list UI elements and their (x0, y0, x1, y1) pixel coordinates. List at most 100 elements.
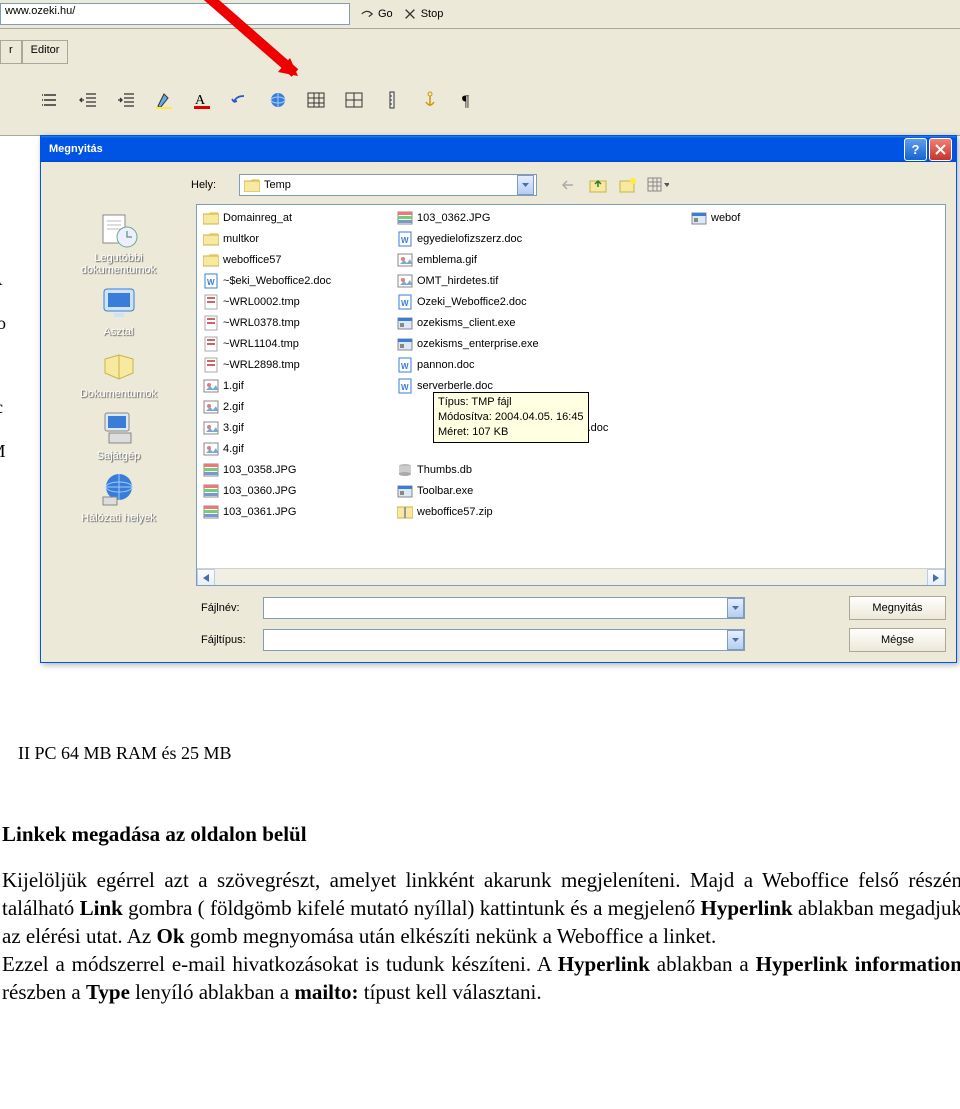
close-button[interactable] (929, 138, 952, 161)
view-menu-button[interactable] (647, 175, 669, 195)
url-input[interactable]: www.ozeki.hu/ (0, 3, 350, 25)
file-listing[interactable]: Domainreg_atmultkor weboffice57 W~$eki_Web… (196, 204, 946, 586)
file-item[interactable]: Wpannon.doc (397, 356, 677, 374)
filename-combo-arrow[interactable] (727, 598, 744, 618)
file-name: OMT_hirdetes.tif (417, 275, 498, 287)
up-folder-icon (589, 177, 607, 193)
location-combo[interactable]: Temp (239, 174, 537, 196)
file-item[interactable]: 103_0361.JPG (203, 503, 383, 521)
article-heading: Linkek megadása az oldalon belül (2, 820, 960, 848)
place-documents[interactable]: Dokumentumok (59, 344, 179, 400)
article-p1: Kijelöljük egérrel azt a szövegrészt, am… (2, 866, 960, 950)
hyperlink-icon[interactable] (268, 90, 288, 110)
file-item[interactable]: 103_0362.JPG (397, 209, 677, 227)
file-name: ~WRL0002.tmp (223, 296, 300, 308)
file-item[interactable]: WOzeki_Weboffice2.doc (397, 293, 677, 311)
help-button[interactable]: ? (904, 138, 927, 161)
jpg-file-icon (203, 483, 219, 499)
file-name: 103_0360.JPG (223, 485, 296, 497)
file-item[interactable]: 3.gif (203, 419, 383, 437)
ruler-icon[interactable] (382, 90, 402, 110)
filename-row: Fájlnév: Megnyitás (51, 596, 946, 620)
file-item[interactable]: 103_0358.JPG (203, 461, 383, 479)
font-color-icon[interactable]: A (192, 90, 212, 110)
file-item[interactable]: ozekisms_enterprise.exe (397, 335, 677, 353)
jpg-file-icon (397, 210, 413, 226)
file-item[interactable]: ~WRL0002.tmp (203, 293, 383, 311)
tmp-file-icon (203, 357, 219, 373)
tmp-file-icon (203, 336, 219, 352)
exe-file-icon (397, 336, 413, 352)
file-item[interactable]: ~WRL2898.tmp (203, 356, 383, 374)
file-item[interactable]: ~WRL0378.tmp (203, 314, 383, 332)
scroll-left-button[interactable] (197, 569, 215, 586)
scroll-right-button[interactable] (927, 569, 945, 586)
file-item[interactable]: ~WRL1104.tmp (203, 335, 383, 353)
file-name: 103_0361.JPG (223, 506, 296, 518)
file-item[interactable]: weboffice57 (203, 251, 383, 269)
chevron-down-icon (522, 183, 529, 187)
up-button[interactable] (587, 175, 609, 195)
filetype-label: Fájltípus: (201, 634, 253, 646)
back-arrow-icon (561, 179, 575, 191)
gif-file-icon (203, 420, 219, 436)
svg-text:¶: ¶ (462, 93, 470, 110)
file-item[interactable]: 1.gif (203, 377, 383, 395)
file-name: weboffice57 (223, 254, 282, 266)
filetype-input[interactable] (263, 629, 745, 651)
file-name: Ozeki_Weboffice2.doc (417, 296, 527, 308)
file-item[interactable]: emblema.gif (397, 251, 677, 269)
indent-icon[interactable] (116, 90, 136, 110)
file-item[interactable]: weboffice57.zip (397, 503, 677, 521)
new-folder-button[interactable] (617, 175, 639, 195)
file-name: 103_0362.JPG (417, 212, 490, 224)
stop-button[interactable]: Stop (403, 7, 444, 21)
folder-file-icon (203, 231, 219, 247)
filename-input[interactable] (263, 597, 745, 619)
file-item[interactable]: 103_0360.JPG (203, 482, 383, 500)
place-desktop[interactable]: Asztal (59, 282, 179, 338)
file-name: ~$eki_Weboffice2.doc (223, 275, 331, 287)
h-scrollbar[interactable] (197, 568, 945, 585)
file-name: 103_0358.JPG (223, 464, 296, 476)
place-network[interactable]: Hálózati helyek (59, 468, 179, 524)
file-item[interactable]: OMT_hirdetes.tif (397, 272, 677, 290)
filetype-combo-arrow[interactable] (727, 630, 744, 650)
go-icon (360, 7, 374, 21)
file-item[interactable]: Domainreg_at (203, 209, 383, 227)
list-icon[interactable] (40, 90, 60, 110)
outdent-icon[interactable] (78, 90, 98, 110)
cancel-button[interactable]: Mégse (849, 628, 946, 652)
article-p2: Ezzel a módszerrel e-mail hivatkozásokat… (2, 950, 960, 1006)
file-item[interactable]: W~$eki_Weboffice2.doc (203, 272, 383, 290)
table-icon[interactable] (306, 90, 326, 110)
file-item[interactable]: 2.gif (203, 398, 383, 416)
tab-1[interactable]: r (0, 40, 22, 64)
file-item[interactable]: ozekisms_client.exe (397, 314, 677, 332)
pilcrow-icon[interactable]: ¶ (458, 90, 478, 110)
jpg-file-icon (203, 462, 219, 478)
computer-icon (99, 407, 139, 447)
file-item[interactable]: Thumbs.db (397, 461, 677, 479)
file-item[interactable]: multkor (203, 230, 383, 248)
article-text: Linkek megadása az oldalon belül Kijelöl… (0, 820, 960, 1006)
combo-arrow[interactable] (517, 175, 534, 195)
open-dialog: Megnyitás ? Hely: Temp (40, 135, 957, 663)
back-button[interactable] (557, 175, 579, 195)
tab-editor[interactable]: Editor (22, 40, 69, 64)
place-recent[interactable]: Legutóbbi dokumentumok (59, 208, 179, 276)
file-name: ozekisms_enterprise.exe (417, 338, 539, 350)
grid-icon[interactable] (344, 90, 364, 110)
undo-icon[interactable] (230, 90, 250, 110)
anchor-icon[interactable] (420, 90, 440, 110)
file-item[interactable]: 4.gif (203, 440, 383, 458)
file-item[interactable]: webof (691, 209, 771, 227)
place-mycomputer[interactable]: Sajátgép (59, 406, 179, 462)
file-name: 2.gif (223, 401, 244, 413)
file-item[interactable]: Toolbar.exe (397, 482, 677, 500)
highlight-icon[interactable] (154, 90, 174, 110)
file-name: ~WRL1104.tmp (223, 338, 299, 350)
file-item[interactable]: Wegyedielofizszerz.doc (397, 230, 677, 248)
go-button[interactable]: Go (360, 7, 393, 21)
open-button[interactable]: Megnyitás (849, 596, 946, 620)
